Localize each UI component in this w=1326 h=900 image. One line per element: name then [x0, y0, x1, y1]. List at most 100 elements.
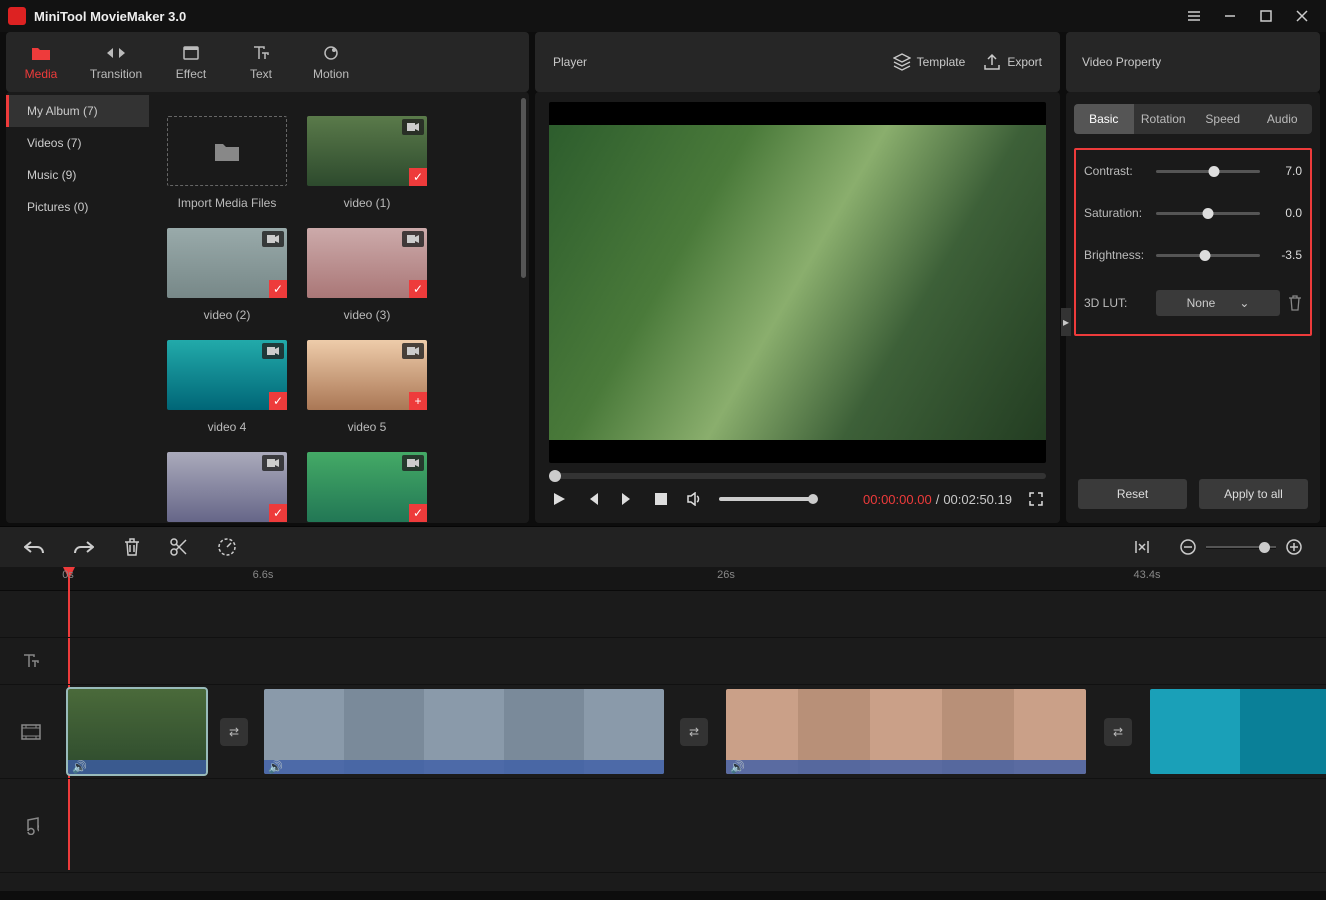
sidebar-item-videos[interactable]: Videos (7): [6, 127, 149, 159]
media-thumb[interactable]: ✓: [167, 452, 287, 522]
reset-button[interactable]: Reset: [1078, 479, 1187, 509]
transition-button[interactable]: ⇄: [1104, 718, 1132, 746]
tab-transition[interactable]: Transition: [76, 32, 156, 92]
undo-button[interactable]: [24, 539, 44, 555]
saturation-value: 0.0: [1268, 206, 1302, 220]
scrub-bar[interactable]: [549, 473, 1046, 479]
zoom-in-button[interactable]: [1286, 539, 1302, 555]
lut-select[interactable]: None ⌄: [1156, 290, 1280, 316]
media-thumb[interactable]: ✓: [307, 452, 427, 522]
text-track-icon: [0, 653, 62, 669]
media-thumb[interactable]: + video 5: [307, 340, 427, 434]
transition-button[interactable]: ⇄: [680, 718, 708, 746]
effect-icon: [181, 43, 201, 63]
close-button[interactable]: [1286, 2, 1318, 30]
property-panel: ▸ Basic Rotation Speed Audio Contrast: 7…: [1066, 92, 1320, 523]
contrast-label: Contrast:: [1084, 164, 1148, 178]
tab-text[interactable]: Text: [226, 32, 296, 92]
transition-button[interactable]: ⇄: [220, 718, 248, 746]
zoom-out-button[interactable]: [1180, 539, 1196, 555]
check-icon: ✓: [269, 504, 287, 522]
audio-icon: 🔊: [730, 760, 745, 774]
next-button[interactable]: [617, 489, 637, 509]
check-icon: ✓: [409, 504, 427, 522]
app-title: MiniTool MovieMaker 3.0: [34, 9, 186, 24]
video-icon: [402, 455, 424, 471]
minimize-button[interactable]: [1214, 2, 1246, 30]
contrast-value: 7.0: [1268, 164, 1302, 178]
brightness-slider[interactable]: [1156, 254, 1260, 257]
volume-slider[interactable]: [719, 497, 813, 501]
template-button[interactable]: Template: [893, 53, 966, 71]
collapse-button[interactable]: ▸: [1061, 308, 1071, 336]
video-icon: [402, 343, 424, 359]
import-media-button[interactable]: Import Media Files: [167, 116, 287, 210]
media-thumb[interactable]: ✓ video (3): [307, 228, 427, 322]
sidebar-item-pictures[interactable]: Pictures (0): [6, 191, 149, 223]
redo-button[interactable]: [74, 539, 94, 555]
media-thumb[interactable]: ✓ video (2): [167, 228, 287, 322]
tab-media[interactable]: Media: [6, 32, 76, 92]
check-icon: ✓: [409, 168, 427, 186]
play-button[interactable]: [549, 489, 569, 509]
audio-icon: 🔊: [268, 760, 283, 774]
timeline-clip[interactable]: 🔊: [264, 689, 664, 774]
delete-button[interactable]: [124, 538, 140, 556]
prop-tab-audio[interactable]: Audio: [1253, 104, 1313, 134]
ruler-mark: 0s: [62, 569, 74, 581]
video-icon: [262, 231, 284, 247]
split-button[interactable]: [170, 538, 188, 556]
media-sidebar: My Album (7) Videos (7) Music (9) Pictur…: [6, 92, 149, 523]
music-track[interactable]: [0, 779, 1326, 873]
player-header: Player Template Export: [535, 32, 1060, 92]
timeline-clip[interactable]: [1150, 689, 1326, 774]
timeline-ruler[interactable]: 0s6.6s26s43.4s: [0, 567, 1326, 591]
check-icon: ✓: [269, 392, 287, 410]
prop-tab-basic[interactable]: Basic: [1074, 104, 1134, 134]
trash-icon[interactable]: [1288, 295, 1302, 311]
contrast-slider[interactable]: [1156, 170, 1260, 173]
timeline-clip[interactable]: 🔊: [68, 689, 206, 774]
video-icon: [402, 119, 424, 135]
media-thumb[interactable]: ✓ video (1): [307, 116, 427, 210]
add-icon: +: [409, 392, 427, 410]
app-logo-icon: [8, 7, 26, 25]
text-track[interactable]: [0, 638, 1326, 685]
time-current: 00:00:00.00: [863, 492, 932, 507]
saturation-slider[interactable]: [1156, 212, 1260, 215]
lut-label: 3D LUT:: [1084, 296, 1148, 310]
apply-all-button[interactable]: Apply to all: [1199, 479, 1308, 509]
tab-label: Effect: [176, 67, 206, 81]
fit-button[interactable]: [1134, 539, 1150, 555]
media-thumb[interactable]: ✓ video 4: [167, 340, 287, 434]
property-header: Video Property: [1066, 32, 1320, 92]
check-icon: ✓: [269, 280, 287, 298]
export-button[interactable]: Export: [983, 53, 1042, 71]
prev-button[interactable]: [583, 489, 603, 509]
fullscreen-button[interactable]: [1026, 489, 1046, 509]
speed-button[interactable]: [218, 538, 236, 556]
tab-motion[interactable]: Motion: [296, 32, 366, 92]
saturation-label: Saturation:: [1084, 206, 1148, 220]
maximize-button[interactable]: [1250, 2, 1282, 30]
timeline-clip[interactable]: 🔊: [726, 689, 1086, 774]
stop-button[interactable]: [651, 489, 671, 509]
media-library: Import Media Files ✓ video (1) ✓ video (…: [149, 92, 529, 523]
tab-effect[interactable]: Effect: [156, 32, 226, 92]
video-track[interactable]: 🔊 ⇄ 🔊 ⇄ 🔊 ⇄: [0, 685, 1326, 779]
menu-icon[interactable]: [1178, 2, 1210, 30]
folder-icon: [214, 140, 240, 162]
zoom-slider[interactable]: [1206, 546, 1276, 549]
volume-button[interactable]: [685, 489, 705, 509]
track-spacer: [0, 591, 1326, 638]
export-label: Export: [1007, 55, 1042, 69]
sidebar-item-myalbum[interactable]: My Album (7): [6, 95, 149, 127]
preview-viewport[interactable]: [549, 102, 1046, 463]
prop-tab-speed[interactable]: Speed: [1193, 104, 1253, 134]
timeline: 0s6.6s26s43.4s 🔊 ⇄ 🔊 ⇄ 🔊 ⇄: [0, 526, 1326, 891]
prop-tab-rotation[interactable]: Rotation: [1134, 104, 1194, 134]
brightness-value: -3.5: [1268, 248, 1302, 262]
template-icon: [893, 53, 911, 71]
video-icon: [262, 455, 284, 471]
sidebar-item-music[interactable]: Music (9): [6, 159, 149, 191]
